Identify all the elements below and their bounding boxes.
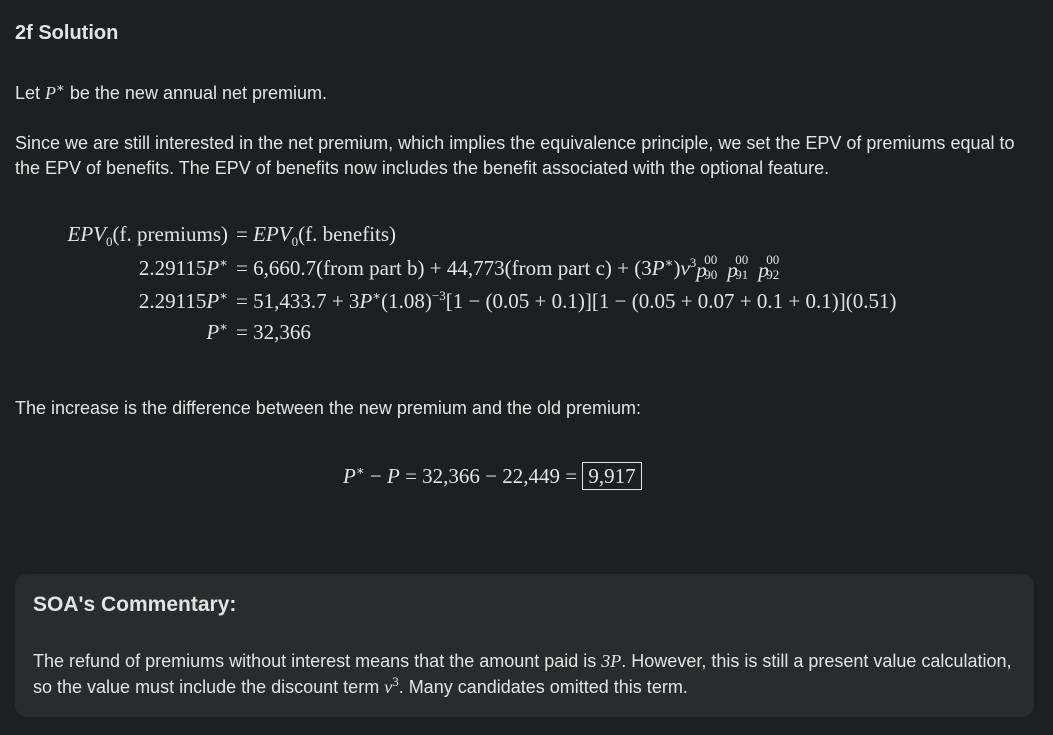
- explanation-text: Since we are still interested in the net…: [15, 133, 1015, 178]
- equation-rhs: = EPV0(f. benefits): [236, 222, 397, 250]
- premium-symbol: P∗: [45, 80, 65, 103]
- equation-row-2: 2.29115P∗ = 6,660.7(from part b) + 44,77…: [18, 252, 1048, 286]
- equation-rhs: = 6,660.7(from part b) + 44,773(from par…: [236, 252, 780, 282]
- section-title: 2f Solution: [15, 22, 119, 44]
- equation-rhs: = 32,366: [236, 320, 311, 344]
- commentary-box: SOA's Commentary: The refund of premiums…: [15, 574, 1034, 717]
- commentary-part3: . Many candidates omitted this term.: [398, 677, 688, 697]
- equation-row-3: 2.29115P∗ = 51,433.7 + 3P∗(1.08)−3[1 − (…: [18, 289, 1048, 319]
- equation-row-4: P∗ = 32,366: [18, 320, 1048, 350]
- commentary-title: SOA's Commentary:: [33, 593, 237, 616]
- equation-lhs: 2.29115P∗: [138, 288, 228, 313]
- equation-lhs: EPV0(f. premiums): [67, 222, 228, 250]
- increase-equation: P∗ − P = 32,366 − 22,449 = 9,917: [343, 462, 642, 490]
- increase-text: The increase is the difference between t…: [15, 398, 642, 418]
- intro-after: be the new annual net premium.: [64, 83, 328, 103]
- equation-lhs: 2.29115P∗: [138, 255, 228, 280]
- commentary-body: The refund of premiums without interest …: [33, 648, 1023, 700]
- commentary-part1: The refund of premiums without interest …: [33, 651, 602, 671]
- equation-lhs: P∗: [206, 319, 228, 344]
- equation-block: EPV0(f. premiums) = EPV0(f. benefits) 2.…: [18, 222, 1048, 352]
- intro-text: Let P∗ be the new annual net premium.: [15, 81, 327, 106]
- intro-before: Let: [15, 83, 46, 103]
- boxed-answer: 9,917: [582, 462, 642, 490]
- equation-rhs: = 51,433.7 + 3P∗(1.08)−3[1 − (0.05 + 0.1…: [236, 288, 897, 313]
- symbol-3p: 3P: [601, 651, 622, 671]
- equation-row-1: EPV0(f. premiums) = EPV0(f. benefits): [18, 222, 1048, 252]
- symbol-v3: v3: [384, 674, 399, 697]
